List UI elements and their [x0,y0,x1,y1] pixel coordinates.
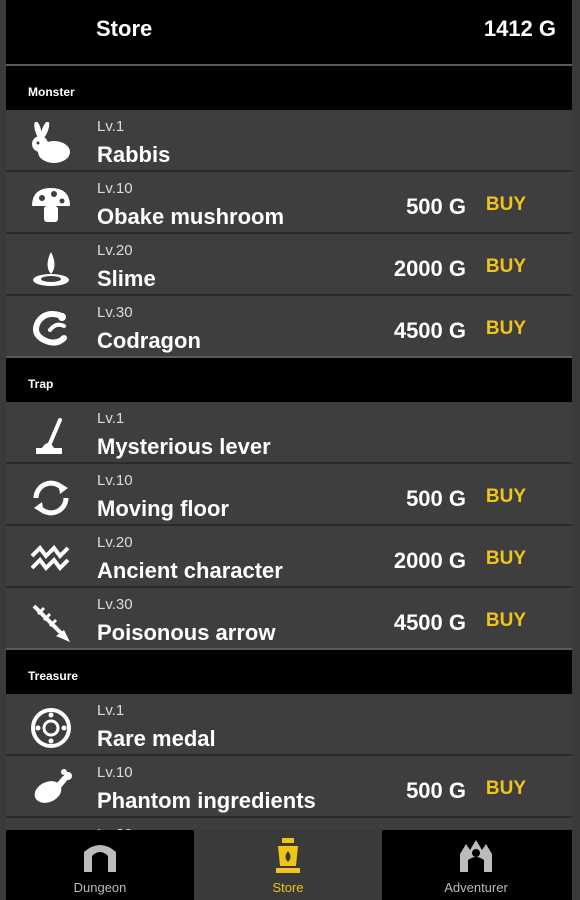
item-name: Rare medal [97,726,216,751]
item-name: Rabbis [97,142,171,167]
item-name: Moving floor [97,496,229,521]
section-label: Monster [28,85,75,99]
arrow-icon [32,604,70,642]
slime-icon [33,252,69,286]
lantern-icon [276,838,300,873]
top-bar: Store 1412 G [6,0,572,64]
tab-label: Adventurer [444,880,508,895]
buy-button[interactable]: BUY [486,610,526,632]
rotate-icon [33,480,69,516]
item-name: Poisonous arrow [97,620,276,645]
buy-button[interactable]: BUY [486,318,526,340]
item-level: Lv.30 [97,304,133,321]
item-level: Lv.10 [97,764,133,781]
list-item[interactable]: Lv.30 Poisonous arrow 4500 G BUY [6,590,572,650]
waves-icon [30,544,70,572]
item-price: 2000 G [393,256,466,281]
item-level: Lv.30 [97,596,133,613]
app-frame: Store 1412 G Monster Lv.1 Rabbis Lv.10 O… [0,0,580,900]
item-name: Obake mushroom [97,204,285,229]
meat-icon [34,769,72,803]
list-item[interactable]: Lv.10 Obake mushroom 500 G BUY [6,174,572,234]
item-level: Lv.20 [97,242,133,259]
list-item[interactable]: Lv.1 Rabbis [6,112,572,172]
item-level: Lv.10 [97,180,133,197]
item-name: Mysterious lever [97,434,271,459]
mushroom-icon [32,188,70,222]
tab-label: Dungeon [73,880,127,895]
buy-button[interactable]: BUY [486,778,526,800]
buy-button[interactable]: BUY [486,256,526,278]
buy-button[interactable]: BUY [486,194,526,216]
item-price: 4500 G [393,610,466,635]
item-name: Codragon [97,328,201,353]
gold-balance: 1412 G [483,16,556,41]
section-label: Treasure [28,669,79,683]
page-title: Store [96,16,153,41]
list-item[interactable]: Lv.10 Moving floor 500 G BUY [6,466,572,526]
item-price: 2000 G [393,548,466,573]
item-level: Lv.1 [97,410,125,427]
tab-dungeon[interactable]: Dungeon [6,830,194,900]
item-level: Lv.10 [97,472,133,489]
item-name: Ancient character [97,558,283,583]
section-header-trap: Trap [6,356,572,402]
list-item[interactable]: Lv.10 Phantom ingredients 500 G BUY [6,758,572,818]
buy-button[interactable]: BUY [486,548,526,570]
item-level: Lv.1 [97,118,125,135]
medal-icon [31,708,71,748]
bottom-tab-bar: Dungeon Store Adventurer [6,830,572,900]
item-price: 500 G [406,778,466,803]
section-label: Trap [28,377,54,391]
list-item[interactable]: Lv.1 Rare medal [6,696,572,756]
tab-adventurer[interactable]: Adventurer [382,830,570,900]
dragon-icon [33,311,67,346]
item-price: 500 G [406,194,466,219]
dungeon-icon [84,845,116,872]
list-item[interactable]: Lv.20 Ancient character 2000 G BUY [6,528,572,588]
section-header-treasure: Treasure [6,648,572,694]
item-name: Slime [97,266,156,291]
lever-icon [36,418,62,454]
item-price: 500 G [406,486,466,511]
section-header-monster: Monster [6,64,572,110]
list-item[interactable]: Lv.30 Codragon 4500 G BUY [6,298,572,358]
item-level: Lv.1 [97,702,125,719]
list-item[interactable]: Lv.20 Slime 2000 G BUY [6,236,572,296]
tab-store[interactable]: Store [194,830,382,900]
tab-label: Store [272,880,304,895]
item-name: Phantom ingredients [97,788,316,813]
item-level: Lv.20 [97,534,133,551]
rabbit-icon [32,122,70,163]
store-panel: Store 1412 G Monster Lv.1 Rabbis Lv.10 O… [6,0,572,900]
list-item[interactable]: Lv.1 Mysterious lever [6,404,572,464]
adventurer-icon [460,840,492,872]
item-price: 4500 G [393,318,466,343]
buy-button[interactable]: BUY [486,486,526,508]
